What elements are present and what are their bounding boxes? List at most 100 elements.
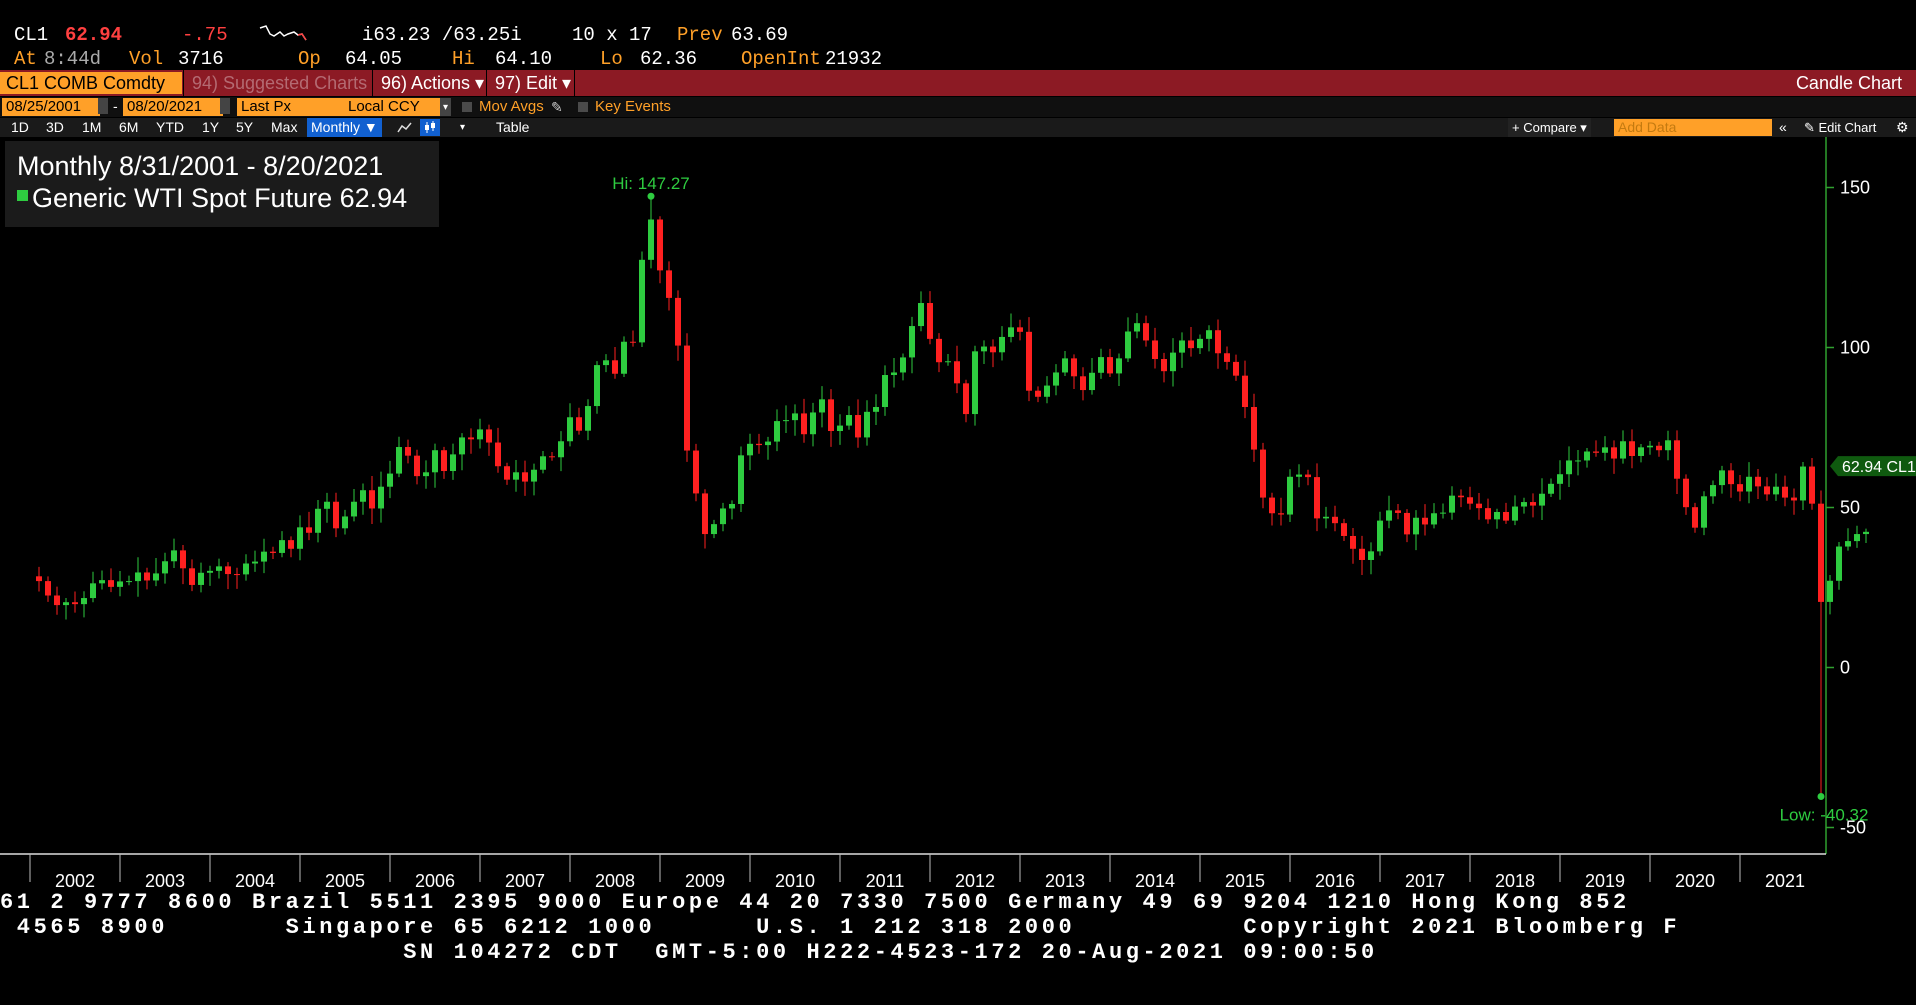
add-data-input[interactable]: Add Data (1614, 119, 1772, 136)
x-tick-label: 2005 (325, 871, 365, 891)
candle-body (1575, 460, 1581, 462)
candle-body (1719, 470, 1725, 486)
candle-body (1431, 513, 1437, 525)
x-tick-label: 2020 (1675, 871, 1715, 891)
candle-body (504, 466, 510, 480)
x-tick-label: 2015 (1225, 871, 1265, 891)
candle-body (990, 346, 996, 353)
x-axis: 2002 2003 2004 2005 2006 2007 2008 2009 2010 2011… (0, 853, 1826, 891)
candle-body (135, 572, 141, 582)
candle-body (1530, 502, 1536, 506)
chevron-down-icon[interactable]: ▾ (460, 118, 465, 137)
sparkline-icon (259, 25, 307, 41)
candle-body (1566, 460, 1572, 475)
annotations: Hi: 147.27 Low: -40.32 62.94 CL1 (612, 174, 1916, 825)
candle-body (315, 508, 321, 533)
candle-body (1161, 359, 1167, 372)
candle-body (1494, 511, 1500, 520)
candle-body (675, 297, 681, 346)
footer-line-3: SN 104272 CDT GMT-5:00 H222-4523-172 20-… (0, 940, 1378, 965)
candle-body (963, 383, 969, 415)
candle-body (1134, 323, 1140, 332)
security-field[interactable]: CL1 COMB Comdty (0, 72, 182, 94)
candle-body (864, 411, 870, 438)
candle-body (1755, 476, 1761, 487)
period-ytd-button[interactable]: YTD (156, 118, 184, 137)
candle-body (423, 472, 429, 477)
period-6m-button[interactable]: 6M (119, 118, 138, 137)
candle-body (621, 341, 627, 374)
table-button[interactable]: Table (496, 118, 529, 137)
candle-body (342, 516, 348, 529)
period-1m-button[interactable]: 1M (82, 118, 101, 137)
high-label: Hi: 147.27 (612, 174, 690, 193)
period-row: 1D 3D 1M 6M YTD 1Y 5Y Max Monthly ▼ ▾ Ta… (0, 118, 1916, 137)
candle-body (441, 450, 447, 472)
start-date-field[interactable]: 08/25/2001 (2, 98, 100, 116)
candle-chart[interactable]: 150100500-50 2002 2003 2004 2005 2006 2007 200… (0, 137, 1916, 897)
candle-body (459, 437, 465, 455)
compare-button[interactable]: + Compare ▾ (1508, 118, 1591, 137)
chart-legend[interactable]: Monthly 8/31/2001 - 8/20/2021 Generic WT… (5, 141, 439, 227)
openint-value: 21932 (825, 48, 883, 70)
candle-chart-icon[interactable] (420, 119, 440, 136)
chevron-down-icon[interactable]: ▾ (440, 98, 451, 116)
mov-avgs-label[interactable]: Mov Avgs (479, 97, 544, 116)
candle-body (477, 429, 483, 440)
x-tick-label: 2006 (415, 871, 455, 891)
gear-icon[interactable]: ⚙ (1896, 118, 1909, 137)
candle-body (1278, 513, 1284, 515)
period-5y-button[interactable]: 5Y (236, 118, 253, 137)
line-chart-icon[interactable] (396, 120, 414, 135)
chart-settings-row: 08/25/2001 - 08/20/2021 Last Px Local CC… (0, 97, 1916, 117)
collapse-icon[interactable]: « (1779, 118, 1787, 137)
period-max-button[interactable]: Max (271, 118, 297, 137)
period-1d-button[interactable]: 1D (11, 118, 29, 137)
calendar-icon[interactable] (98, 98, 108, 114)
candle-body (1422, 517, 1428, 525)
suggested-charts-button[interactable]: 94) Suggested Charts (186, 72, 373, 94)
candle-body (828, 399, 834, 432)
candle-body (1269, 497, 1275, 514)
pencil-icon[interactable]: ✎ (551, 97, 563, 116)
open-label: Op (298, 48, 321, 70)
candle-body (216, 566, 222, 571)
candle-body (1233, 361, 1239, 376)
currency-select[interactable]: Local CCY (344, 98, 446, 116)
actions-menu-button[interactable]: 96) Actions ▾ (375, 72, 490, 94)
edit-menu-button[interactable]: 97) Edit ▾ (489, 72, 577, 94)
candle-body (1323, 516, 1329, 519)
mov-avgs-checkbox[interactable] (462, 102, 472, 112)
key-events-label[interactable]: Key Events (595, 97, 671, 116)
low-label: Lo (600, 48, 623, 70)
y-tick-label: 150 (1840, 178, 1870, 198)
toolbar-divider (486, 70, 487, 96)
candle-body (1026, 331, 1032, 391)
candle-body (531, 469, 537, 482)
candle-body (801, 413, 807, 435)
candle-body (54, 595, 60, 606)
candle-body (288, 540, 294, 549)
key-events-checkbox[interactable] (578, 102, 588, 112)
edit-chart-button[interactable]: ✎ Edit Chart (1804, 118, 1876, 137)
calendar-icon[interactable] (220, 98, 230, 114)
candle-body (180, 550, 186, 569)
candle-body (657, 219, 663, 271)
frequency-select[interactable]: Monthly ▼ (307, 118, 382, 137)
candle-body (1440, 512, 1446, 514)
candle-body (747, 443, 753, 456)
candle-body (783, 420, 789, 422)
end-date-field[interactable]: 08/20/2021 (123, 98, 223, 116)
legend-series: Generic WTI Spot Future 62.94 (17, 183, 407, 214)
candle-body (765, 441, 771, 446)
candle-body (63, 602, 69, 606)
candle-body (1584, 451, 1590, 461)
price-field-select[interactable]: Last Px (237, 98, 345, 116)
candle-body (594, 365, 600, 407)
period-1y-button[interactable]: 1Y (202, 118, 219, 137)
period-3d-button[interactable]: 3D (46, 118, 64, 137)
candle-body (1044, 385, 1050, 397)
candle-body (1773, 486, 1779, 495)
y-tick-label: 100 (1840, 338, 1870, 358)
candle-body (576, 417, 582, 431)
